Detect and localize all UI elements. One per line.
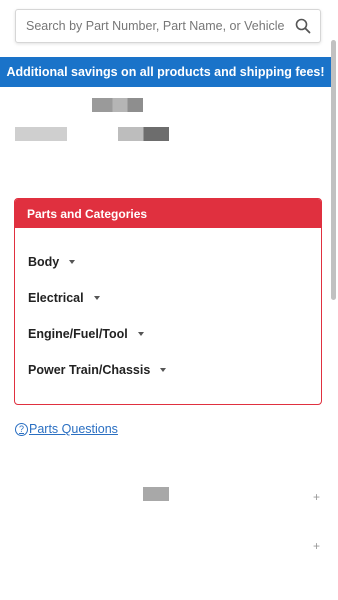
category-label: Engine/Fuel/Tool [28,327,128,341]
scrollbar-thumb[interactable] [331,40,336,300]
caret-down-icon [137,332,144,336]
category-power-train-chassis[interactable]: Power Train/Chassis [28,352,321,388]
caret-down-icon [160,368,167,372]
category-label: Electrical [28,291,84,305]
redacted-block [15,127,67,141]
promo-banner: Additional savings on all products and s… [0,57,331,87]
search-input[interactable] [16,10,286,42]
category-body[interactable]: Body [28,244,321,280]
scrollbar[interactable] [331,0,336,600]
parts-categories-title: Parts and Categories [27,206,148,221]
redacted-block [92,98,143,112]
caret-down-icon [93,296,100,300]
redacted-block [118,127,169,141]
category-label: Body [28,255,60,269]
search-icon[interactable] [286,9,320,43]
question-circle-icon: ? [15,422,28,436]
parts-categories-panel: Parts and Categories Body Electrical Eng… [14,198,322,405]
plus-icon[interactable]: + [313,539,320,553]
plus-icon[interactable]: + [313,490,320,504]
redacted-block [143,487,169,501]
parts-categories-header: Parts and Categories [15,199,321,228]
category-label: Power Train/Chassis [28,363,151,377]
category-engine-fuel-tool[interactable]: Engine/Fuel/Tool [28,316,321,352]
parts-categories-list: Body Electrical Engine/Fuel/Tool Power T… [15,228,321,388]
caret-down-icon [69,260,76,264]
parts-questions-label: Parts Questions [29,422,118,436]
parts-questions-link[interactable]: ? Parts Questions [15,422,118,436]
category-electrical[interactable]: Electrical [28,280,321,316]
search-bar[interactable] [15,9,321,43]
promo-text: Additional savings on all products and s… [6,65,325,79]
